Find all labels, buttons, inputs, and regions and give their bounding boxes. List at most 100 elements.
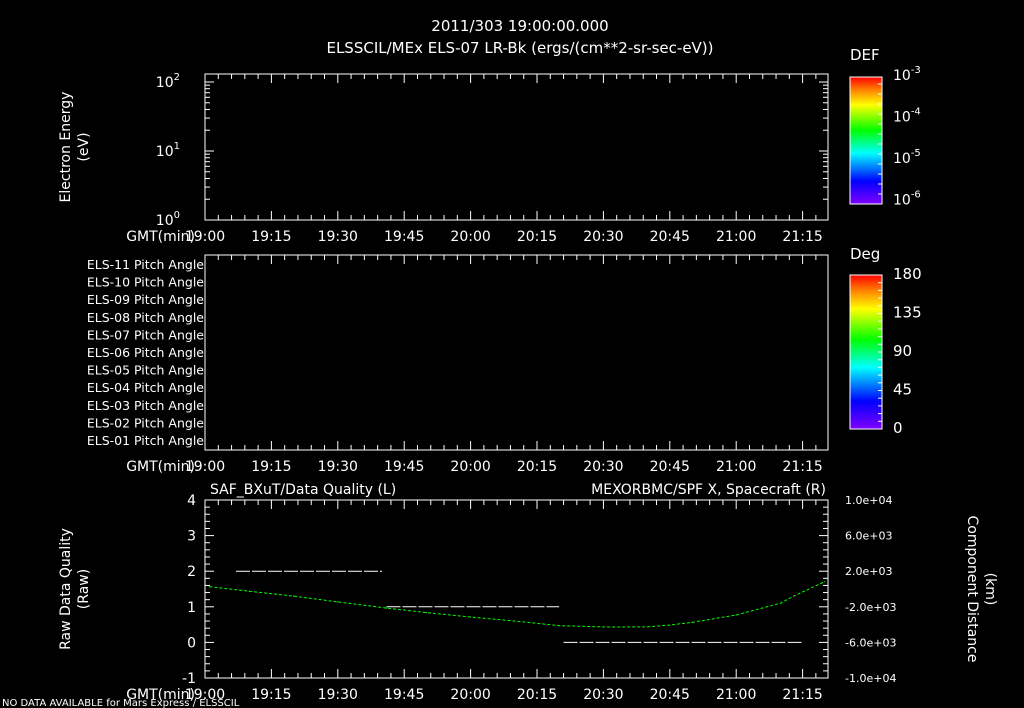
panel-3-title-right: MEXORBMC/SPF X, Spacecraft (R) [591,482,826,498]
sup-base: 10 [156,75,174,91]
row-label: ELS-10 Pitch Angle [87,275,204,290]
x-axis-label: GMT(min) [126,459,195,475]
colorbar-tick-label: 45 [893,381,912,399]
y-tick-label-left: -1 [182,671,196,687]
x-tick-label: 20:15 [517,687,557,703]
x-tick-label: 21:15 [782,687,822,703]
y-tick-label: 100 [156,210,180,229]
x-tick-label: 20:00 [450,459,490,475]
position-point [735,614,737,616]
y-tick-label-left: 1 [187,600,196,616]
y-axis-label-left: Raw Data Quality [58,528,74,650]
panel-3-frame [204,499,829,679]
row-label: ELS-04 Pitch Angle [87,380,204,395]
sup-base: 10 [893,193,911,209]
sup-exp: 0 [174,210,180,221]
x-tick-label: 21:00 [716,687,756,703]
y-tick-label-left: 3 [187,529,196,545]
position-point [470,616,472,618]
colorbar-tick-label: 0 [893,419,903,437]
x-tick-label: 19:45 [384,687,424,703]
position-point [793,595,795,597]
x-tick-label: 19:45 [384,459,424,475]
x-axis-label: GMT(min) [126,229,195,245]
x-tick-label: 19:30 [318,229,358,245]
position-point [208,586,211,588]
row-label: ELS-01 Pitch Angle [87,433,204,448]
x-tick-label: 20:15 [517,459,557,475]
position-point [779,602,782,604]
sup-exp: -3 [911,65,921,76]
x-tick-label: 19:30 [318,687,358,703]
colorbar-tick-label: 180 [893,265,922,283]
colorbar-title: Deg [850,245,880,263]
colorbar-title: DEF [850,46,880,64]
panel-1-frame [204,73,829,221]
x-tick-label: 20:30 [583,687,623,703]
y-tick-label-right: 1.0e+04 [845,494,892,507]
row-label: ELS-02 Pitch Angle [87,415,204,430]
colorbar-tick-label: 10-6 [893,190,921,209]
position-point [691,621,693,623]
row-label: ELS-07 Pitch Angle [87,327,204,342]
colorbar-tick-label: 10-5 [893,148,921,167]
y-axis-label-left: (Raw) [76,569,92,609]
x-tick-label: 20:00 [450,229,490,245]
plot-canvas: 2011/303 19:00:00.000 ELSSCIL/MEx ELS-07… [2,17,998,708]
row-label: ELS-09 Pitch Angle [87,292,204,307]
row-label: ELS-05 Pitch Angle [87,363,204,378]
colorbar-def [849,76,883,205]
position-point [824,581,826,583]
x-tick-label: 20:30 [583,459,623,475]
colorbar-tick-label: 135 [893,304,922,322]
panel-3-title-left: SAF_BXuT/Data Quality (L) [210,482,396,498]
x-tick-label: 19:15 [251,229,291,245]
sup-exp: -4 [911,107,921,118]
row-label: ELS-11 Pitch Angle [87,257,204,272]
row-label: ELS-06 Pitch Angle [87,345,204,360]
y-axis-label-right: Component Distance [964,516,980,663]
position-point [607,626,609,628]
sup-base: 10 [156,213,174,229]
y-tick-label-right: -2.0e+03 [845,601,896,614]
x-tick-label: 19:45 [384,229,424,245]
x-tick-label: 21:00 [716,459,756,475]
y-tick-label-right: 2.0e+03 [845,565,892,578]
row-label: ELS-03 Pitch Angle [87,398,204,413]
x-tick-label: 20:15 [517,229,557,245]
position-point [669,624,671,626]
colorbar-tick-label: 10-4 [893,107,921,126]
y-tick-label-right: 6.0e+03 [845,530,892,543]
position-point [647,626,649,628]
sup-base: 10 [156,144,174,160]
position-point [514,620,516,622]
colorbar-deg [849,274,883,430]
sup-base: 10 [893,110,911,126]
y-axis-label: Electron Energy [58,92,74,203]
header-title: ELSSCIL/MEx ELS-07 LR-Bk (ergs/(cm**2-sr… [326,39,713,57]
y-tick-label: 102 [156,72,180,91]
sup-exp: 1 [174,141,180,152]
y-tick-label-right: -1.0e+04 [845,672,896,685]
position-line [209,581,825,628]
position-point [248,590,250,592]
position-point [292,595,295,597]
panel-2-frame [204,254,829,451]
y-axis-label-right: (km) [982,573,998,606]
position-point [385,607,388,609]
colorbar-tick-label: 10-3 [893,65,921,84]
sup-exp: -5 [911,148,921,159]
x-tick-label: 21:15 [782,459,822,475]
sup-base: 10 [893,151,911,167]
x-tick-label: 20:45 [650,459,690,475]
sup-exp: 2 [174,72,180,83]
x-tick-label: 19:15 [251,459,291,475]
x-tick-label: 19:30 [318,459,358,475]
x-tick-label: 20:45 [650,229,690,245]
x-tick-label: 19:15 [251,687,291,703]
x-tick-label: 21:15 [782,229,822,245]
position-point [337,601,339,603]
y-tick-label: 101 [156,141,180,160]
status-text: NO DATA AVAILABLE for Mars Express / ELS… [2,698,240,708]
row-label: ELS-08 Pitch Angle [87,310,204,325]
